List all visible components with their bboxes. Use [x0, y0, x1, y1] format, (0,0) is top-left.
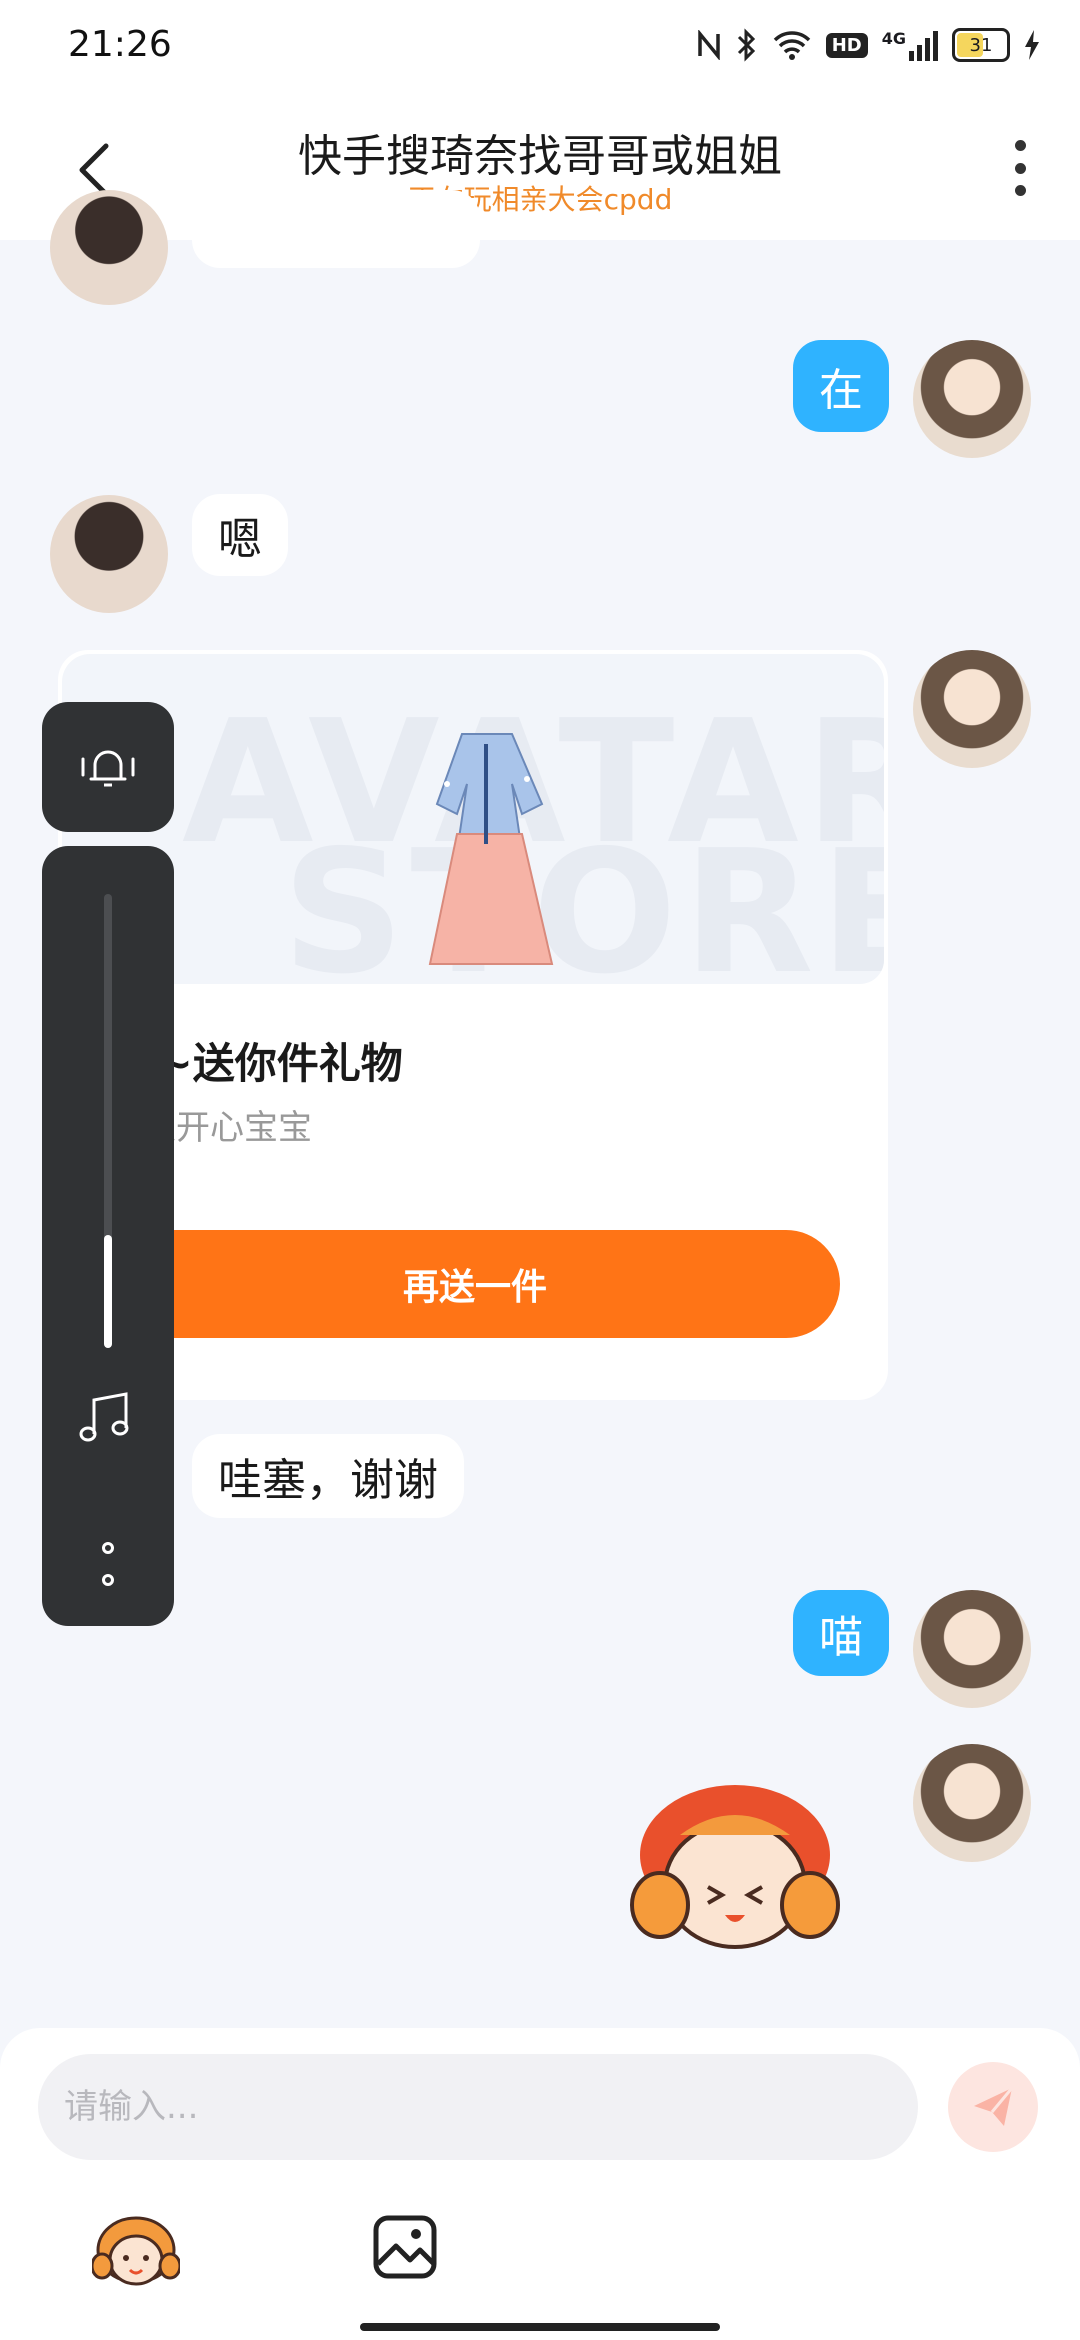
dress-gift-image: [428, 733, 554, 965]
emoji-icon[interactable]: [92, 2210, 180, 2292]
music-note-icon[interactable]: [78, 1390, 138, 1446]
avatar[interactable]: [50, 190, 168, 305]
status-bar: 21:26 HD 4G 31: [0, 0, 1080, 95]
wifi-icon: [773, 31, 810, 60]
volume-more-icon[interactable]: [98, 1542, 118, 1586]
battery-icon: 31: [952, 28, 1010, 62]
battery-level: 31: [969, 34, 993, 56]
more-vert-icon[interactable]: [1010, 140, 1030, 196]
volume-panel: [42, 846, 174, 1626]
message-bubble: 在: [793, 340, 889, 432]
message-bubble: 喵: [793, 1590, 889, 1676]
image-icon[interactable]: [372, 2214, 438, 2280]
nfc-icon: [697, 30, 720, 60]
avatar[interactable]: [913, 1744, 1031, 1862]
avatar[interactable]: [913, 650, 1031, 768]
send-again-button[interactable]: 再送一件: [110, 1230, 840, 1338]
sticker-image: [630, 1785, 840, 1949]
bluetooth-icon: [737, 28, 755, 62]
hd-icon: HD: [825, 32, 868, 58]
message-input[interactable]: [38, 2054, 918, 2160]
send-icon: [974, 2087, 1014, 2126]
home-indicator[interactable]: [360, 2323, 720, 2331]
avatar[interactable]: [50, 495, 168, 613]
send-button[interactable]: [948, 2062, 1038, 2152]
volume-level: [104, 1234, 112, 1348]
status-icons: HD 4G 31: [696, 28, 1040, 62]
network-type: 4G: [881, 29, 906, 48]
bell-icon: [81, 750, 135, 787]
charging-icon: [1025, 30, 1039, 60]
chat-title: 快手搜琦奈找哥哥或姐姐: [298, 131, 782, 182]
message-bubble: 哇塞，谢谢: [192, 1434, 464, 1518]
message-bubble-partial: [192, 190, 480, 268]
signal-icon: 4G: [882, 29, 938, 61]
message-bubble: 嗯: [192, 494, 288, 576]
chat-subtitle: 正在玩相亲大会cpdd: [407, 183, 673, 216]
gift-card: AVATAR STORE Hi~送你件礼物 天天开心宝宝 再送一件: [58, 650, 888, 1400]
avatar[interactable]: [913, 1590, 1031, 1708]
avatar[interactable]: [913, 340, 1031, 458]
status-time: 21:26: [68, 24, 172, 65]
watermark-store: STORE: [282, 814, 884, 984]
gift-banner: AVATAR STORE: [62, 654, 884, 984]
ringer-button[interactable]: [42, 702, 174, 832]
